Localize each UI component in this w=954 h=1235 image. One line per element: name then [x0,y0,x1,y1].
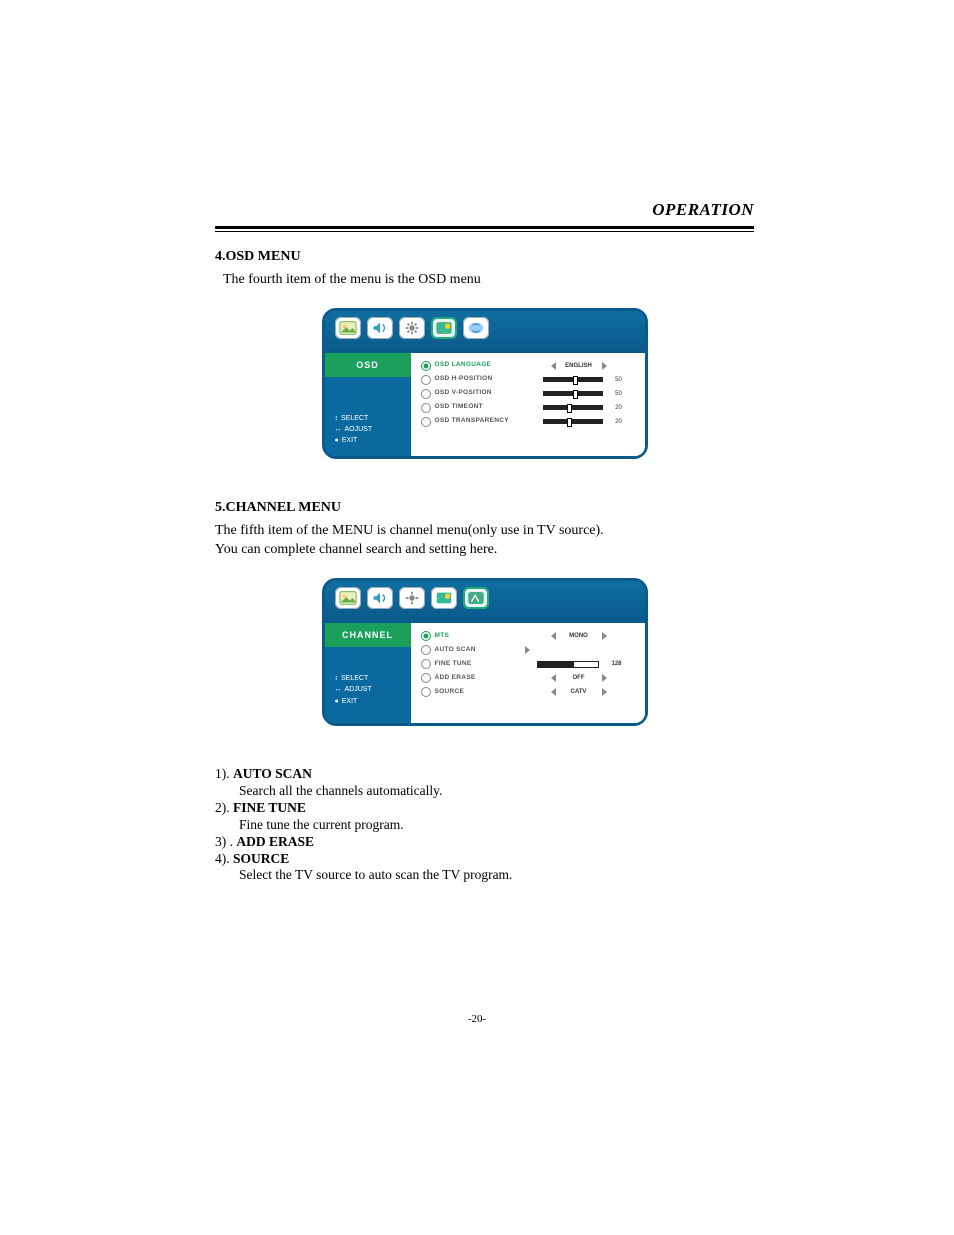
slider[interactable] [543,377,603,382]
tab-settings-icon[interactable] [399,587,425,609]
section5-desc: The fifth item of the MENU is channel me… [215,522,754,560]
slider[interactable] [543,419,603,424]
osd-settings-list: OSD LANGUAGE ENGLISH OSD H-POSITION [411,353,645,457]
bullet-icon [421,631,431,641]
osd-row-timeout[interactable]: OSD TIMEONT 20 [421,401,637,415]
slider[interactable] [543,391,603,396]
section5-title: 5.CHANNEL MENU [215,499,754,518]
updown-icon: ↕ [335,415,339,422]
channel-settings-list: MTS MONO AUTO SCAN [411,623,645,723]
progress-bar[interactable] [537,661,599,668]
leftright-icon: ↔ [335,426,342,433]
osd-row-transparency[interactable]: OSD TRANSPARENCY 20 [421,415,637,429]
osd-row-hposition[interactable]: OSD H-POSITION 50 [421,373,637,387]
arrow-right-icon[interactable] [602,362,607,370]
explain-item: 1). AUTO SCAN Search all the channels au… [215,766,754,800]
page-header: OPERATION [215,200,754,232]
dot-icon: ● [335,437,339,444]
header-rule-thin [215,231,754,232]
explain-item: 4). SOURCE Select the TV source to auto … [215,851,754,885]
channel-menu-tabbar [325,581,645,623]
arrow-left-icon[interactable] [551,632,556,640]
osd-side-help: ↕SELECT ↔AOJUST ●EXIT [325,413,411,457]
bullet-icon [421,645,431,655]
bullet-icon [421,375,431,385]
channel-side-title: CHANNEL [325,623,411,647]
arrow-right-icon[interactable] [602,674,607,682]
osd-side-title: OSD [325,353,411,377]
bullet-icon [421,659,431,669]
updown-icon: ↕ [335,675,339,682]
section4-desc: The fourth item of the menu is the OSD m… [223,271,754,290]
channel-row-mts[interactable]: MTS MONO [421,629,637,643]
channel-side-help: ↕SELECT ↔ADJUST ●EXIT [325,673,411,717]
page-number: -20- [0,1013,954,1025]
header-title: OPERATION [215,200,754,220]
arrow-left-icon[interactable] [551,362,556,370]
slider[interactable] [543,405,603,410]
arrow-left-icon[interactable] [551,674,556,682]
osd-row-vposition[interactable]: OSD V-POSITION 50 [421,387,637,401]
bullet-icon [421,417,431,427]
bullet-icon [421,687,431,697]
leftright-icon: ↔ [335,686,342,693]
section5-explanations: 1). AUTO SCAN Search all the channels au… [215,766,754,884]
channel-row-finetune[interactable]: FINE TUNE 128 [421,657,637,671]
channel-side-panel: CHANNEL ↕SELECT ↔ADJUST ●EXIT [325,623,411,723]
channel-row-autoscan[interactable]: AUTO SCAN [421,643,637,657]
channel-row-source[interactable]: SOURCE CATV [421,685,637,699]
arrow-right-icon[interactable] [602,688,607,696]
osd-row-language[interactable]: OSD LANGUAGE ENGLISH [421,359,637,373]
bullet-icon [421,389,431,399]
tab-picture-icon[interactable] [335,587,361,609]
bullet-icon [421,673,431,683]
dot-icon: ● [335,698,339,705]
tab-audio-icon[interactable] [367,587,393,609]
osd-side-panel: OSD ↕SELECT ↔AOJUST ●EXIT [325,353,411,457]
bullet-icon [421,361,431,371]
bullet-icon [421,403,431,413]
channel-row-adderase[interactable]: ADD ERASE OFF [421,671,637,685]
arrow-right-icon[interactable] [525,646,530,654]
tab-osd-icon[interactable] [431,317,457,339]
arrow-left-icon[interactable] [551,688,556,696]
tab-channel-icon[interactable] [463,587,489,609]
tab-osd-icon[interactable] [431,587,457,609]
osd-menu-panel: OSD ↕SELECT ↔AOJUST ●EXIT OSD LANGUAGE [322,308,648,460]
channel-menu-panel: CHANNEL ↕SELECT ↔ADJUST ●EXIT MTS [322,578,648,726]
header-rule-thick [215,226,754,229]
tab-picture-icon[interactable] [335,317,361,339]
arrow-right-icon[interactable] [602,632,607,640]
section4-title: 4.OSD MENU [215,248,754,267]
tab-audio-icon[interactable] [367,317,393,339]
tab-settings-icon[interactable] [399,317,425,339]
tab-channel-icon[interactable] [463,317,489,339]
explain-item: 2). FINE TUNE Fine tune the current prog… [215,800,754,834]
explain-item: 3) . ADD ERASE [215,834,754,851]
osd-menu-tabbar [325,311,645,353]
